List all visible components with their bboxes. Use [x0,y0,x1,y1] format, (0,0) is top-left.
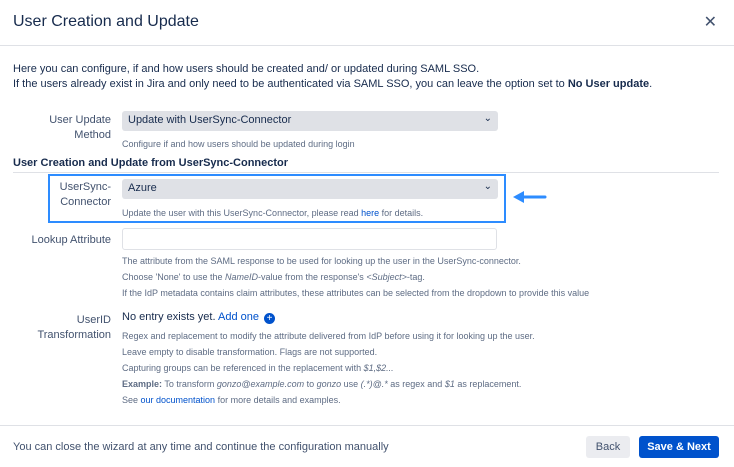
lookup-attribute-input[interactable] [122,228,497,250]
lookup-help-2-nameid: NameID [225,272,259,282]
usersync-help-link[interactable]: here [361,208,379,218]
usersync-connector-label: UserSync- Connector [50,180,111,210]
lookup-help-3: If the IdP metadata contains claim attri… [122,288,590,298]
lookup-help-2-suffix: -tag. [406,272,425,282]
transform-help-4-regex: (.*)@.* [360,379,388,389]
transform-help-4-replacement: $1 [444,379,455,389]
close-icon[interactable]: ✕ [704,12,717,32]
userid-transformation-label-2: Transformation [37,329,111,341]
back-button[interactable]: Back [586,436,630,458]
usersync-connector-label-1: UserSync- [59,181,111,193]
transform-help-4-e: as replacement. [454,379,522,389]
usersync-connector-value: Azure [128,182,157,194]
add-one-link[interactable]: Add one [218,311,259,323]
transform-help-1: Regex and replacement to modify the attr… [122,331,535,341]
transform-help-3: Capturing groups can be referenced in th… [122,360,535,376]
transform-help-4-b: to [304,379,317,389]
usersync-help-prefix: Update the user with this UserSync-Conne… [122,208,362,218]
documentation-link[interactable]: our documentation [141,395,216,405]
transform-help-4: Example: To transform gonzo@example.com … [122,376,535,392]
usersync-connector-select[interactable]: Azure ⌄ [122,179,498,199]
intro-line-2-prefix: If the users already exist in Jira and o… [13,78,568,90]
lookup-attribute-help: The attribute from the SAML response to … [122,253,589,301]
userid-transformation-label-1: UserID [76,314,111,326]
transform-example-label: Example: [122,379,163,389]
intro-line-2: If the users already exist in Jira and o… [13,77,652,92]
transform-help-4-email: gonzo@example.com [216,379,305,389]
chevron-down-icon: ⌄ [483,181,492,192]
lookup-help-2-mid: -value from the response's [258,272,367,282]
user-update-method-label-2: Method [74,129,111,141]
chevron-down-icon: ⌄ [483,113,492,124]
section-title: User Creation and Update from UserSync-C… [13,157,289,169]
no-entry-label: No entry exists yet. [122,311,216,323]
intro-line-1: Here you can configure, if and how users… [13,63,480,75]
intro-text: Here you can configure, if and how users… [13,62,652,92]
dialog-title: User Creation and Update [13,13,199,30]
transform-help-4-c: use [341,379,361,389]
intro-line-2-suffix: . [649,78,653,90]
lookup-help-2-subject: <Subject> [366,272,407,282]
transform-help-4-user: gonzo [316,379,342,389]
usersync-connector-label-2: Connector [60,196,111,208]
transform-help-5-suffix: for more details and examples. [215,395,341,405]
user-update-method-help: Configure if and how users should be upd… [122,139,355,149]
transform-help-4-d: as regex and [387,379,445,389]
transform-help-4-a: To transform [162,379,217,389]
transform-help-3-prefix: Capturing groups can be referenced in th… [122,363,364,373]
user-update-method-label: User Update Method [30,113,111,143]
section-divider [13,172,719,173]
usersync-connector-help: Update the user with this UserSync-Conne… [122,205,423,221]
transform-help-2: Leave empty to disable transformation. F… [122,347,378,357]
transform-help-5: See our documentation for more details a… [122,392,535,408]
transform-help-3-groups: $1,$2... [363,363,394,373]
user-update-method-select[interactable]: Update with UserSync-Connector ⌄ [122,111,498,131]
intro-no-user-update: No User update [567,78,650,90]
lookup-help-1: The attribute from the SAML response to … [122,256,521,266]
usersync-help-suffix: for details. [379,208,424,218]
lookup-attribute-label: Lookup Attribute [31,234,111,246]
no-entry-text: No entry exists yet. Add one + [122,311,276,324]
lookup-help-2: Choose 'None' to use the NameID-value fr… [122,269,589,285]
lookup-help-2-prefix: Choose 'None' to use the [122,272,226,282]
user-update-method-value: Update with UserSync-Connector [128,114,292,126]
save-next-button[interactable]: Save & Next [639,436,719,458]
userid-transformation-label: UserID Transformation [20,313,111,343]
userid-transformation-help: Regex and replacement to modify the attr… [122,328,535,408]
dialog-header: User Creation and Update ✕ [0,0,734,46]
arrow-left-icon [513,191,547,203]
footer-text: You can close the wizard at any time and… [13,441,389,453]
add-circle-icon[interactable]: + [264,313,276,324]
transform-help-5-prefix: See [122,395,141,405]
user-update-method-label-1: User Update [49,114,111,126]
